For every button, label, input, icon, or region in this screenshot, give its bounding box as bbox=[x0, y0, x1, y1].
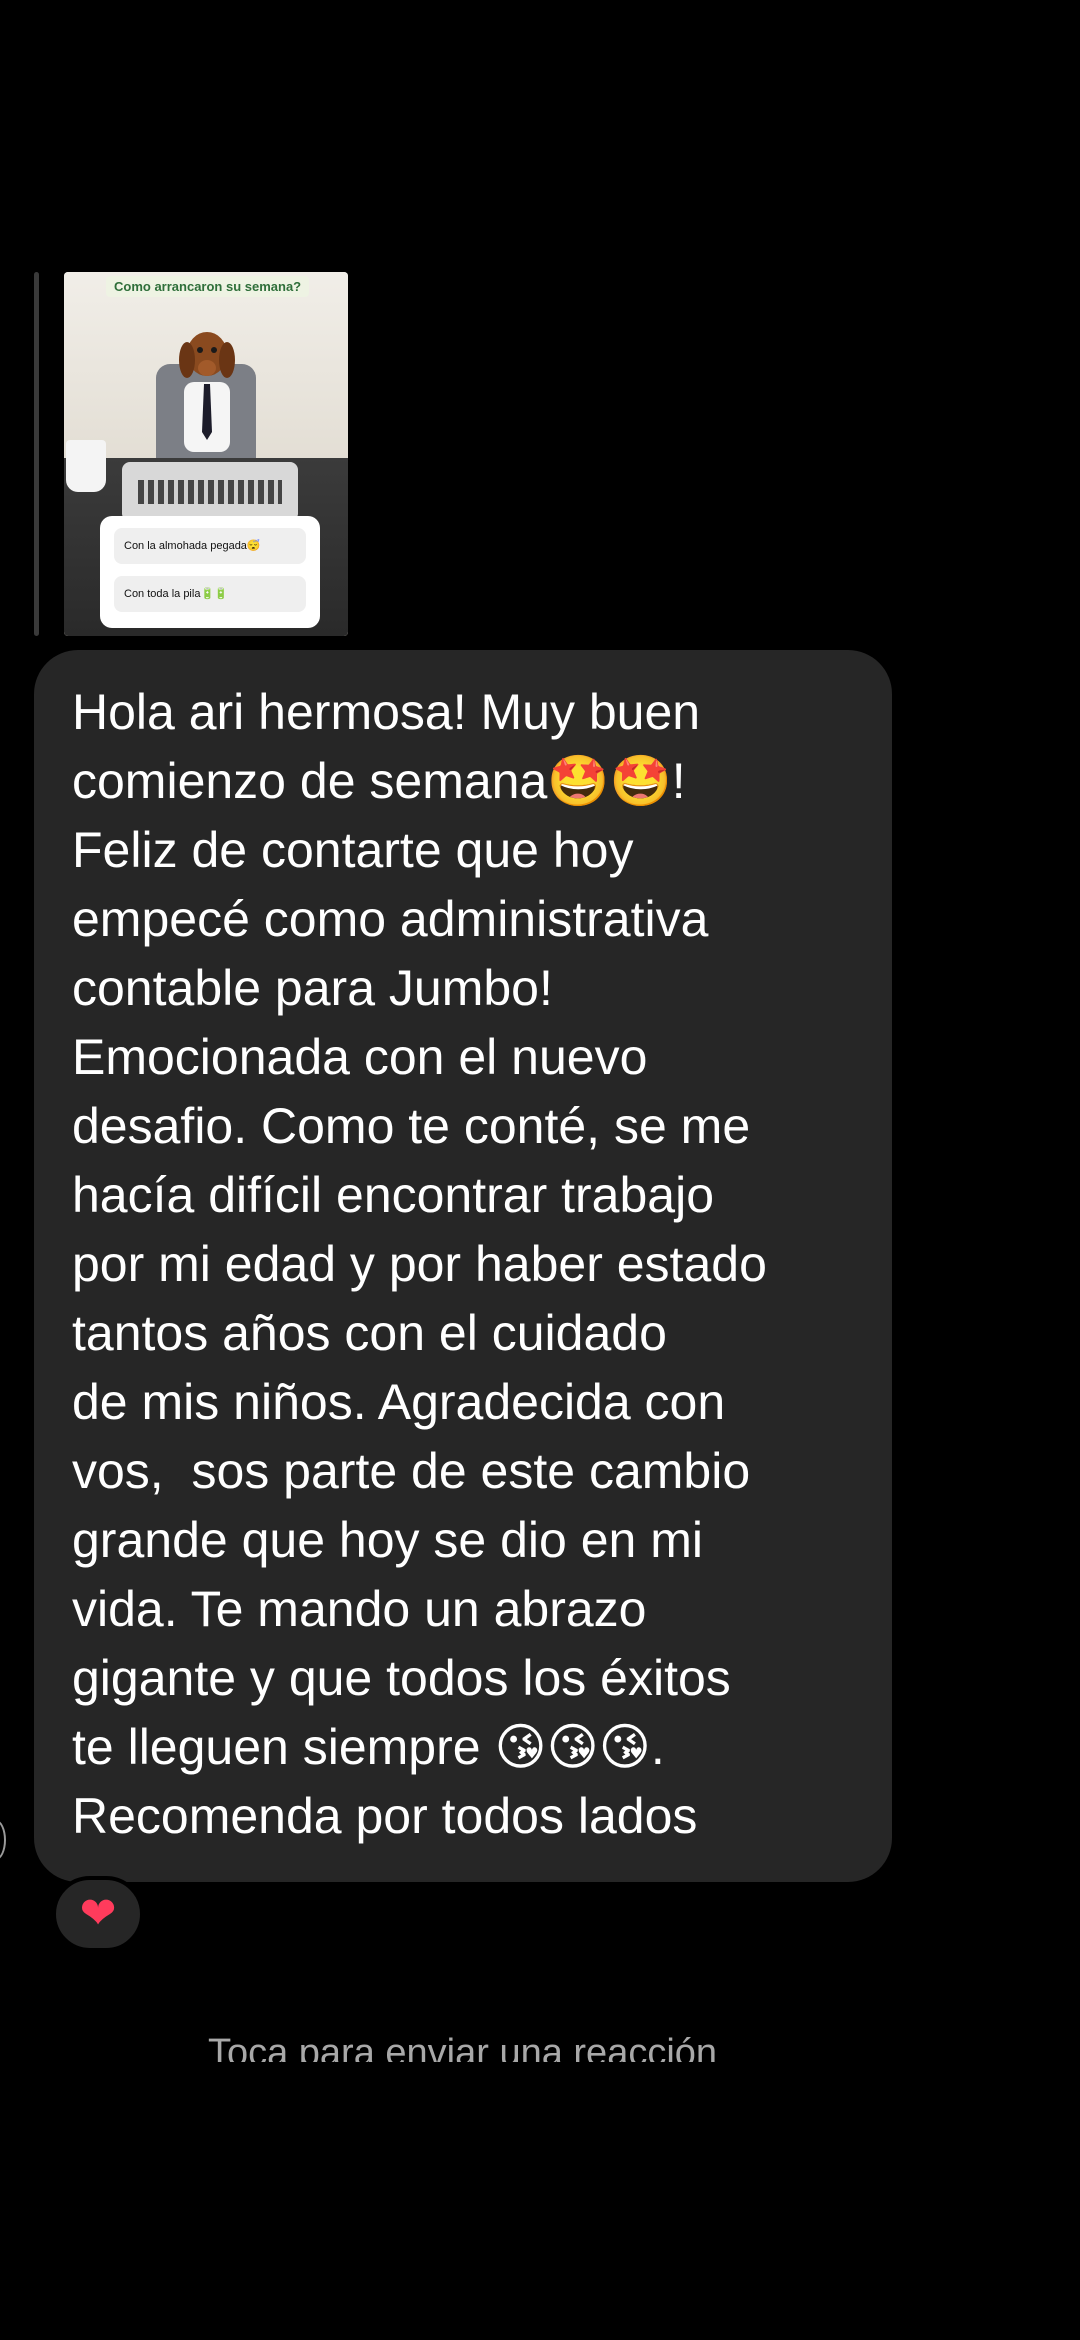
story-reply-indicator bbox=[34, 272, 39, 636]
heart-icon: ❤ bbox=[79, 1888, 117, 1939]
message-text: Hola ari hermosa! Muy buen comienzo de s… bbox=[72, 684, 767, 1844]
poll-option: Con toda la pila🔋🔋 bbox=[114, 576, 306, 612]
story-preview-thumbnail[interactable]: Como arrancaron su semana? Con la almoha… bbox=[64, 272, 348, 636]
story-title: Como arrancaron su semana? bbox=[106, 276, 310, 297]
typewriter bbox=[122, 462, 298, 518]
dog-image bbox=[179, 332, 235, 452]
sender-avatar[interactable] bbox=[0, 1820, 6, 1860]
coffee-mug bbox=[66, 440, 106, 492]
tap-to-react-hint[interactable]: Toca para enviar una reacción bbox=[0, 2028, 925, 2062]
received-message-bubble[interactable]: Hola ari hermosa! Muy buen comienzo de s… bbox=[34, 650, 892, 1882]
poll-option: Con la almohada pegada😴 bbox=[114, 528, 306, 564]
heart-reaction[interactable]: ❤ bbox=[52, 1876, 144, 1952]
story-poll: Con la almohada pegada😴 Con toda la pila… bbox=[100, 516, 320, 628]
